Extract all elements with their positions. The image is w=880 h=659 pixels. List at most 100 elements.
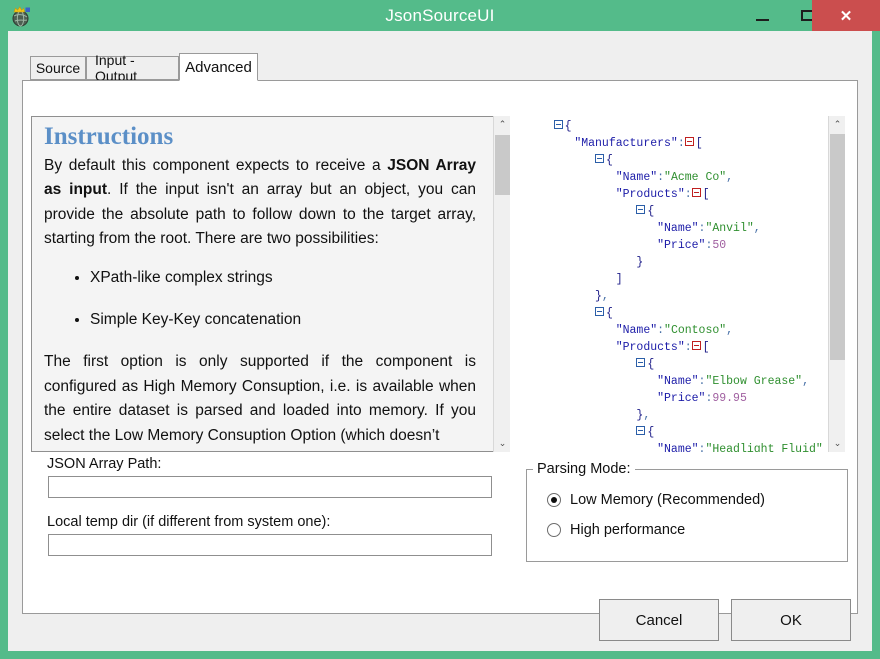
instructions-heading: Instructions [44, 123, 174, 150]
collapse-toggle-icon[interactable] [595, 154, 605, 164]
json-tree-line: "Price":50 [526, 237, 826, 254]
collapse-toggle-icon[interactable] [595, 307, 605, 317]
cancel-button[interactable]: Cancel [599, 599, 719, 641]
radio-high-performance[interactable]: High performance [547, 522, 685, 538]
json-token: "Products" [615, 341, 685, 354]
json-token: 50 [712, 239, 727, 252]
json-token: } [595, 290, 602, 303]
radio-selected-icon [547, 493, 561, 507]
json-tree-line: ] [526, 271, 826, 288]
radio-high-performance-label: High performance [570, 522, 686, 538]
parsing-mode-groupbox: Parsing Mode: Low Memory (Recommended) H… [526, 461, 848, 562]
tab-source-label: Source [35, 60, 81, 76]
dialog-body: Source Input - Output Advanced Instructi… [8, 31, 872, 651]
json-token: "Name" [657, 443, 699, 452]
scroll-down-icon[interactable]: ⌄ [494, 435, 511, 452]
scroll-down-icon[interactable]: ⌄ [829, 435, 846, 452]
json-tree-line: }, [526, 288, 826, 305]
json-token: : [657, 171, 665, 184]
radio-low-memory[interactable]: Low Memory (Recommended) [547, 492, 765, 508]
json-tree-line: "Name":"Acme Co", [526, 169, 826, 186]
json-preview-scrollbar[interactable]: ⌃ ⌄ [828, 116, 845, 452]
json-token: "Contoso" [664, 324, 727, 337]
minimize-icon [740, 0, 785, 31]
instructions-content: Instructions By default this component e… [32, 117, 488, 448]
json-token: "Manufacturers" [574, 137, 678, 150]
tab-source[interactable]: Source [30, 56, 86, 80]
collapse-toggle-icon[interactable] [691, 188, 701, 198]
json-token: , [726, 171, 734, 184]
json-tree-line: "Products": [ [526, 339, 826, 356]
collapse-toggle-icon[interactable] [636, 426, 646, 436]
instructions-paragraph-1: By default this component expects to rec… [44, 154, 476, 252]
collapse-toggle-icon[interactable] [553, 120, 563, 130]
local-temp-dir-input[interactable] [48, 534, 492, 556]
json-token: "Products" [615, 188, 685, 201]
instructions-scrollbar[interactable]: ⌃ ⌄ [493, 116, 510, 452]
json-token: { [564, 120, 572, 133]
tab-advanced-label: Advanced [185, 58, 252, 76]
list-item: Simple Key-Key concatenation [90, 308, 476, 331]
instructions-bullet-list: XPath-like complex strings Simple Key-Ke… [44, 266, 476, 332]
json-token: "Anvil" [705, 222, 754, 235]
json-token: , [726, 324, 734, 337]
json-preview-panel[interactable]: { "Manufacturers":[ { "Name":"Acme Co", … [526, 116, 851, 452]
json-token: , [643, 409, 651, 422]
json-token: , [601, 290, 609, 303]
json-token: { [606, 154, 613, 167]
tab-advanced[interactable]: Advanced [179, 53, 258, 81]
json-tree-line: "Products": [ [526, 186, 826, 203]
collapse-toggle-icon[interactable] [691, 341, 701, 351]
collapse-toggle-icon[interactable] [636, 358, 646, 368]
json-token: "Name" [657, 375, 699, 388]
json-tree-line: { [526, 305, 826, 322]
collapse-toggle-icon[interactable] [684, 137, 694, 147]
json-token: : [657, 324, 665, 337]
json-token: "Name" [615, 171, 658, 184]
ok-button[interactable]: OK [731, 599, 851, 641]
json-tree-line: "Price":99.95 [526, 390, 826, 407]
tab-input-output[interactable]: Input - Output [86, 52, 179, 84]
minimize-button[interactable] [740, 0, 785, 31]
json-scrollbar-thumb[interactable] [830, 134, 845, 360]
instructions-scrollbar-thumb[interactable] [495, 135, 510, 195]
json-token: , [802, 375, 809, 388]
scroll-up-icon[interactable]: ⌃ [829, 116, 846, 133]
json-array-path-label: JSON Array Path: [47, 456, 162, 472]
radio-low-memory-label: Low Memory (Recommended) [570, 492, 766, 508]
local-temp-dir-label: Local temp dir (if different from system… [47, 514, 331, 530]
collapse-toggle-icon[interactable] [636, 205, 646, 215]
json-tree-line: "Name":"Headlight Fluid" [526, 441, 826, 452]
scroll-up-icon[interactable]: ⌃ [494, 116, 511, 133]
json-tree-line: "Name":"Elbow Grease", [526, 373, 826, 390]
json-tree-line: { [526, 203, 826, 220]
json-token: "Name" [615, 324, 658, 337]
instructions-panel: Instructions By default this component e… [31, 116, 510, 452]
json-token: : [684, 341, 692, 354]
instructions-paragraph-2: The first option is only supported if th… [44, 353, 476, 444]
list-item: XPath-like complex strings [90, 266, 476, 289]
json-token: [ [702, 341, 710, 354]
ok-button-label: OK [780, 611, 802, 629]
json-token: { [647, 205, 655, 218]
json-token: } [636, 256, 644, 269]
json-token: "Elbow Grease" [705, 375, 803, 388]
json-array-path-input[interactable] [48, 476, 492, 498]
cancel-button-label: Cancel [635, 611, 683, 629]
json-token: : [677, 137, 685, 150]
close-button[interactable]: ✕ [812, 0, 880, 31]
